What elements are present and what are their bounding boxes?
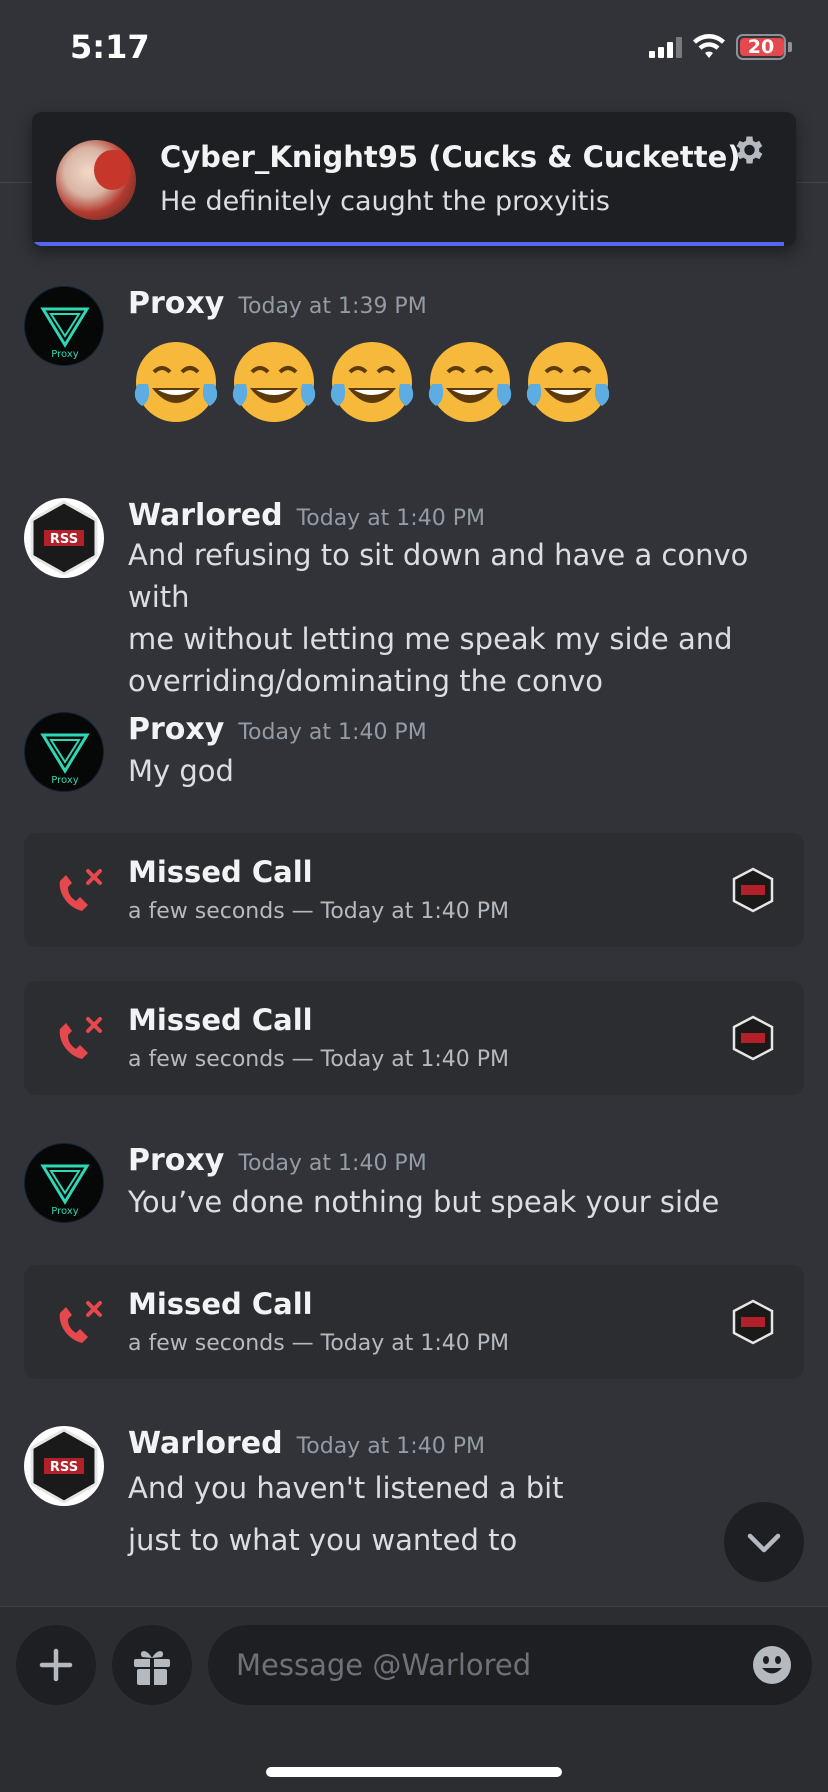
notification-title: Cyber_Knight95 (Cucks & Cuckette) <box>160 140 741 174</box>
message-author[interactable]: Proxy Today at 1:40 PM <box>128 1143 427 1178</box>
wifi-icon <box>693 34 725 58</box>
message-timestamp: Today at 1:40 PM <box>238 720 427 745</box>
message-text: And you haven't listened a bit just to w… <box>128 1471 564 1557</box>
gear-icon[interactable] <box>730 132 766 168</box>
attach-button[interactable] <box>16 1625 96 1705</box>
caller-avatar <box>732 867 774 913</box>
message-timestamp: Today at 1:39 PM <box>238 294 427 319</box>
emoji-row <box>128 336 616 428</box>
status-icons: 20 <box>649 34 792 60</box>
svg-text:Proxy: Proxy <box>51 775 78 786</box>
face-with-tears-of-joy-icon <box>330 342 414 422</box>
plus-icon <box>39 1648 73 1682</box>
missed-call-card[interactable]: Missed Call a few seconds — Today at 1:4… <box>24 833 804 947</box>
battery-level: 20 <box>747 36 775 58</box>
notification-progress-bar <box>32 242 784 246</box>
status-bar: 5:17 20 <box>0 0 828 100</box>
face-with-tears-of-joy-icon <box>134 342 218 422</box>
face-with-tears-of-joy-icon <box>428 342 512 422</box>
call-title: Missed Call <box>128 1003 313 1037</box>
call-title: Missed Call <box>128 1287 313 1321</box>
message-author[interactable]: Proxy Today at 1:39 PM <box>128 286 427 321</box>
gift-icon <box>134 1651 170 1685</box>
notification-banner[interactable]: Cyber_Knight95 (Cucks & Cuckette) He def… <box>32 112 796 246</box>
message-input[interactable] <box>236 1625 716 1705</box>
message-author[interactable]: Warlored Today at 1:40 PM <box>128 1426 485 1461</box>
signal-icon <box>649 36 682 58</box>
notification-avatar <box>56 140 136 220</box>
message-author[interactable]: Proxy Today at 1:40 PM <box>128 712 427 747</box>
face-with-tears-of-joy-icon <box>232 342 316 422</box>
svg-text:RSS: RSS <box>50 1460 78 1475</box>
call-title: Missed Call <box>128 855 313 889</box>
message-timestamp: Today at 1:40 PM <box>238 1151 427 1176</box>
avatar-warlored[interactable]: RSS <box>24 1426 104 1506</box>
missed-call-icon <box>59 1301 102 1343</box>
message-timestamp: Today at 1:40 PM <box>296 1434 485 1459</box>
chevron-down-icon <box>747 1533 781 1553</box>
message-composer <box>0 1606 828 1792</box>
avatar-proxy[interactable]: Proxy <box>24 1143 104 1223</box>
call-subtitle: a few seconds — Today at 1:40 PM <box>128 899 510 924</box>
call-subtitle: a few seconds — Today at 1:40 PM <box>128 1331 510 1356</box>
svg-text:RSS: RSS <box>50 532 78 547</box>
svg-text:Proxy: Proxy <box>51 349 78 360</box>
missed-call-icon <box>59 1017 102 1059</box>
avatar-warlored[interactable]: RSS <box>24 498 104 578</box>
notification-body: He definitely caught the proxyitis <box>160 186 610 217</box>
emoji-icon[interactable] <box>752 1645 792 1685</box>
message-text: You’ve done nothing but speak your side <box>128 1185 720 1219</box>
svg-text:Proxy: Proxy <box>51 1206 78 1217</box>
message-input-box[interactable] <box>208 1625 812 1705</box>
message-text: And refusing to sit down and have a conv… <box>128 538 749 698</box>
message-text: My god <box>128 754 234 788</box>
battery-icon: 20 <box>736 34 792 60</box>
caller-avatar <box>732 1015 774 1061</box>
missed-call-card[interactable]: Missed Call a few seconds — Today at 1:4… <box>24 1265 804 1379</box>
caller-avatar <box>732 1299 774 1345</box>
status-time: 5:17 <box>70 28 150 66</box>
avatar-proxy[interactable]: Proxy <box>24 286 104 366</box>
missed-call-card[interactable]: Missed Call a few seconds — Today at 1:4… <box>24 981 804 1095</box>
face-with-tears-of-joy-icon <box>526 342 610 422</box>
jump-to-bottom-button[interactable] <box>724 1502 804 1582</box>
missed-call-icon <box>59 869 102 911</box>
call-subtitle: a few seconds — Today at 1:40 PM <box>128 1047 510 1072</box>
message-author[interactable]: Warlored Today at 1:40 PM <box>128 498 485 533</box>
gift-button[interactable] <box>112 1625 192 1705</box>
avatar-proxy[interactable]: Proxy <box>24 712 104 792</box>
home-indicator[interactable] <box>266 1767 562 1777</box>
message-timestamp: Today at 1:40 PM <box>296 506 485 531</box>
